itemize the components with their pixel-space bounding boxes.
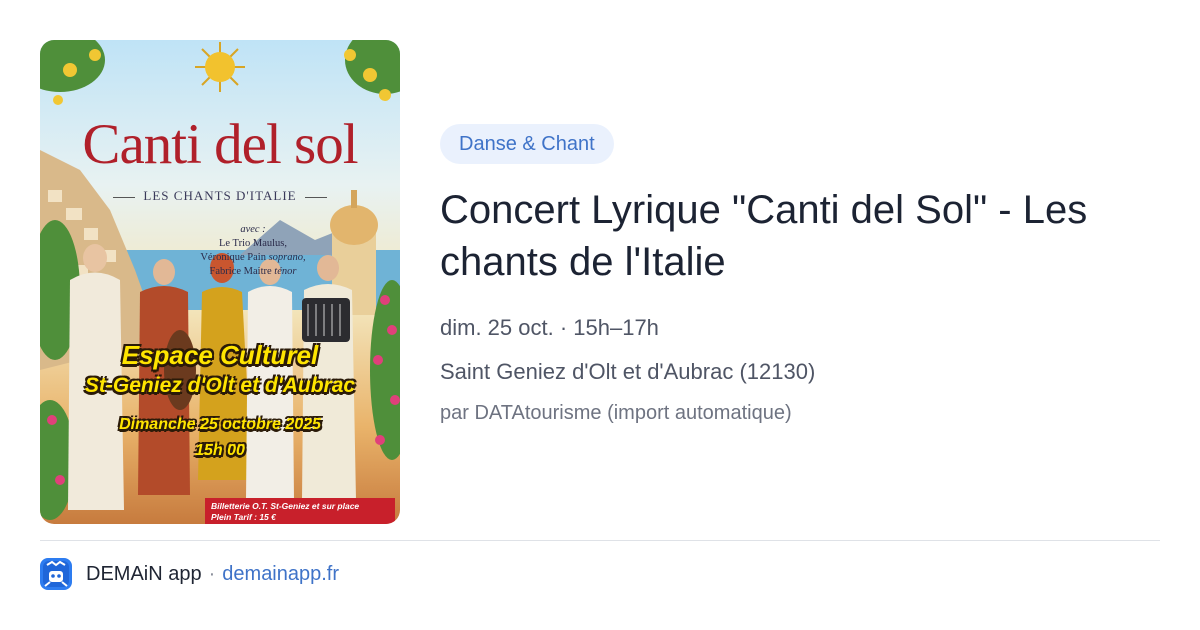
- event-source: par DATAtourisme (import automatique): [440, 402, 792, 424]
- poster-artist-1: Le Trio Maulus,: [219, 238, 287, 249]
- poster-title: Canti del sol: [82, 113, 358, 176]
- footer-branding: DEMAiN app · demainapp.fr: [86, 562, 339, 586]
- poster-venue-line-1: Espace Culturel: [121, 340, 319, 370]
- poster-ticket-line-1: Billetterie O.T. St-Geniez et sur place: [211, 501, 360, 511]
- poster-venue-line-2: St-Geniez d'Olt et d'Aubrac: [84, 374, 356, 397]
- category-badge: Danse & Chant: [440, 124, 614, 164]
- event-location: Saint Geniez d'Olt et d'Aubrac (12130): [440, 359, 816, 384]
- poster-time: 15h 00: [195, 442, 245, 459]
- poster-artist-2-role: soprano,: [268, 252, 306, 263]
- poster-subtitle: LES CHANTS D'ITALIE: [40, 188, 400, 204]
- event-poster-image: Canti del sol LES CHANTS D'ITALIE avec :…: [40, 40, 400, 524]
- footer-divider: [40, 540, 1160, 541]
- poster-avec: avec :: [240, 224, 266, 235]
- poster-ticket-info: Billetterie O.T. St-Geniez et sur place …: [205, 498, 395, 524]
- poster-performers: avec : Le Trio Maulus, Véronique Pain so…: [178, 223, 328, 279]
- event-datetime: dim. 25 oct. · 15h–17h: [440, 315, 659, 340]
- app-name: DEMAiN app: [86, 563, 202, 585]
- poster-artist-3-role: ténor: [274, 266, 297, 277]
- poster-artist-3-name: Fabrice Maitre: [209, 266, 272, 277]
- poster-ticket-line-2: Plein Tarif : 15 €: [211, 512, 276, 522]
- poster-date: Dimanche 25 octobre 2025: [119, 416, 321, 433]
- event-title: Concert Lyrique "Canti del Sol" - Les ch…: [440, 188, 1088, 284]
- footer-separator: ·: [208, 563, 216, 585]
- app-domain-link[interactable]: demainapp.fr: [222, 563, 339, 585]
- poster-artist-2-name: Véronique Pain: [200, 252, 266, 263]
- demain-app-logo-icon: [40, 558, 72, 590]
